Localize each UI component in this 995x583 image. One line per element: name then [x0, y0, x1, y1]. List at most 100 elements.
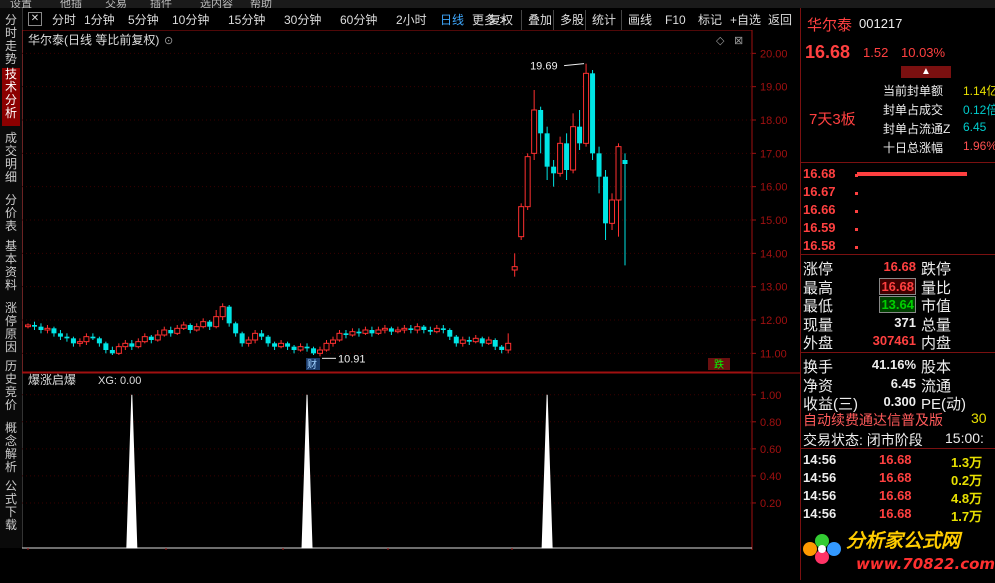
tick-vol: 4.8万: [951, 491, 983, 506]
toolbar-button[interactable]: 返回: [768, 10, 792, 30]
toolbar-button[interactable]: 画线: [621, 10, 652, 30]
top-menu-item[interactable]: 帮助: [250, 0, 272, 8]
candle-body: [564, 143, 570, 170]
candle-body: [252, 332, 259, 341]
side-tab[interactable]: 技术分析: [2, 68, 20, 126]
side-tab[interactable]: 概念解析: [2, 422, 20, 474]
toolbar-button[interactable]: 叠加: [521, 10, 552, 30]
kline-chart[interactable]: 20.00 19.00 18.00 17.00 16.00 15.00 14.00 13.00…: [21, 29, 800, 565]
trade-time: 15:00:: [945, 430, 984, 446]
marquee-text[interactable]: 自动续费通达信普及版: [803, 410, 943, 430]
stock-code: 001217: [859, 16, 903, 31]
y-tick-label: 14.00: [760, 248, 788, 260]
candle-body: [245, 339, 252, 344]
tick-time: 14:56: [803, 488, 837, 503]
close-box-icon: ⊠: [734, 35, 743, 47]
side-tab[interactable]: 基本资料: [2, 240, 20, 296]
marquee-tail: 30: [971, 410, 987, 426]
candle-body: [590, 73, 596, 154]
period-button[interactable]: 5分钟: [128, 10, 159, 30]
signal-spike: [541, 394, 553, 549]
candle-body: [141, 336, 148, 343]
bid-price[interactable]: 16.59: [803, 220, 836, 235]
candle-body: [362, 329, 369, 334]
chart-area[interactable]: 20.00 19.00 18.00 17.00 16.00 15.00 14.00 13.00…: [21, 29, 800, 565]
period-button[interactable]: 10分钟: [172, 10, 209, 30]
limit-up-streak: 7天3板: [809, 111, 856, 128]
diamond-icon: ◇: [716, 35, 725, 47]
collapse-arrow-icon[interactable]: ▲: [901, 66, 951, 78]
period-button[interactable]: 日线: [440, 10, 464, 30]
toolbar-button[interactable]: +自选: [730, 10, 761, 30]
period-toolbar: ✕ 分时 1分钟 5分钟 10分钟 15分钟 30分钟 60分钟 2小时 日线 更多 > 复权 叠加 多股…: [22, 10, 792, 30]
stat-value: 6.45: [890, 375, 916, 391]
candle-body: [285, 343, 291, 347]
side-tab[interactable]: 历史竞价: [2, 360, 20, 416]
y-tick-label: 0.60: [760, 444, 781, 456]
last-price: 16.68: [805, 42, 851, 62]
toolbar-button[interactable]: 多股: [553, 10, 584, 30]
candle-body: [329, 339, 336, 344]
period-button[interactable]: 60分钟: [340, 10, 377, 30]
tick-time: 14:56: [803, 470, 837, 485]
toolbar-button[interactable]: 标记: [698, 10, 722, 30]
tick-price: 16.68: [879, 470, 912, 485]
candle-body: [219, 306, 226, 318]
top-menu-item[interactable]: 插件: [150, 0, 172, 8]
side-tab[interactable]: 分时走势: [2, 14, 20, 66]
side-tab[interactable]: 分价表: [2, 194, 20, 234]
candle-body: [297, 346, 304, 351]
signal-spike: [126, 394, 138, 549]
top-menu-item[interactable]: 交易: [105, 0, 127, 8]
candle-body: [401, 327, 408, 331]
candle-body: [193, 326, 200, 331]
candle-body: [551, 166, 557, 174]
candle-body: [583, 72, 590, 144]
period-button[interactable]: 2小时: [396, 10, 427, 30]
seal-value: 6.45: [963, 120, 987, 134]
candle-body: [557, 142, 564, 174]
bid-price[interactable]: 16.68: [803, 166, 836, 181]
indicator-title: 爆涨启爆: [28, 372, 76, 387]
high-pointer: [564, 63, 585, 67]
side-tab[interactable]: 涨停原因: [2, 302, 20, 354]
candle-body: [466, 340, 472, 342]
bid-price[interactable]: 16.58: [803, 238, 836, 253]
candle-body: [343, 333, 349, 335]
top-menu-item[interactable]: 他插: [60, 0, 82, 8]
side-tab[interactable]: 成交明细: [2, 132, 20, 188]
quote-stats-2: 换手 41.16% 股本 净资 6.45 流通 收益(三) 0.300 PE(动): [801, 354, 995, 413]
candle-body: [291, 346, 297, 350]
seal-label: 十日总涨幅: [883, 141, 944, 155]
toolbar-button[interactable]: 统计: [585, 10, 616, 30]
period-button[interactable]: 1分钟: [84, 10, 115, 30]
candle-body: [76, 341, 83, 344]
period-button[interactable]: 分时: [52, 10, 76, 30]
top-menu-item[interactable]: 设置: [10, 0, 32, 8]
close-icon[interactable]: ✕: [28, 12, 42, 26]
candle-body: [505, 342, 512, 351]
period-button[interactable]: 15分钟: [228, 10, 265, 30]
bid-price[interactable]: 16.67: [803, 184, 836, 199]
side-tab[interactable]: 公式下载: [2, 480, 20, 532]
bid-price[interactable]: 16.66: [803, 202, 836, 217]
toolbar-button[interactable]: F10: [665, 10, 686, 30]
tick-time: 14:56: [803, 506, 837, 521]
price-change: 1.52: [863, 45, 889, 60]
seal-label: 封单占成交: [883, 103, 944, 117]
period-button[interactable]: 30分钟: [284, 10, 321, 30]
candle-body: [485, 339, 492, 344]
candle-body: [369, 330, 375, 334]
tick-time: 14:56: [803, 452, 837, 467]
candle-body: [538, 110, 544, 134]
toolbar-button[interactable]: 复权: [489, 10, 513, 30]
y-tick-label: 11.00: [760, 348, 787, 360]
seal-value: 0.12倍: [963, 103, 995, 117]
side-tab-bar: 分时走势技术分析成交明细分价表基本资料涨停原因历史竞价概念解析公式下载: [0, 8, 23, 548]
candle-body: [233, 323, 239, 334]
candle-body: [103, 343, 109, 350]
logo-url: www.70822.com: [856, 555, 995, 573]
drop-badge: 跌: [714, 358, 724, 371]
pinwheel-icon: [803, 534, 841, 564]
top-menu-item[interactable]: 选内容: [200, 0, 233, 8]
